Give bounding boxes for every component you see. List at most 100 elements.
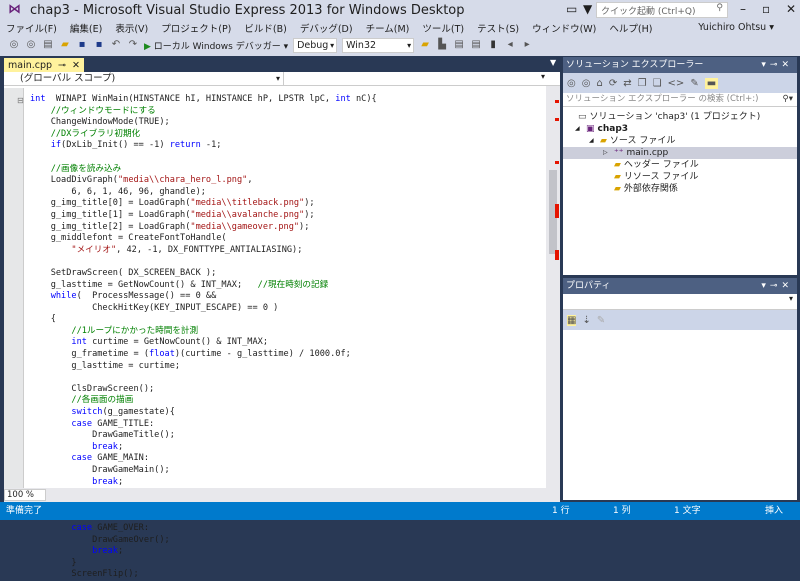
- undo-icon[interactable]: ↶: [110, 39, 122, 51]
- open-file-icon[interactable]: ▰: [59, 39, 71, 51]
- menu-item[interactable]: 表示(V): [115, 21, 148, 35]
- code-token: break: [30, 546, 118, 557]
- next-bookmark-icon[interactable]: ▸: [521, 39, 533, 51]
- code-token: break: [30, 441, 118, 452]
- notification-flag-icon[interactable]: ▼: [583, 2, 592, 16]
- save-icon[interactable]: ▪: [76, 39, 88, 51]
- maximize-button[interactable]: ▫: [762, 2, 770, 16]
- tree-item-label: ソース ファイル: [609, 136, 676, 146]
- panel-window-buttons[interactable]: ▾⊸✕: [761, 278, 793, 294]
- code-token: )(curtime - g_lasttime) / 1000.0f;: [174, 349, 351, 360]
- menu-item[interactable]: チーム(M): [366, 21, 410, 35]
- tree-item[interactable]: ▰ 外部依存関係: [563, 183, 797, 195]
- menu-item[interactable]: 編集(E): [70, 21, 102, 35]
- tree-item-label: chap3: [597, 124, 629, 134]
- categorized-icon[interactable]: ▦: [567, 314, 577, 326]
- code-token: ScreenFlip();: [30, 569, 139, 580]
- tree-item[interactable]: ▷ ⁺⁺ main.cpp: [563, 147, 797, 159]
- uncomment-icon[interactable]: ▤: [470, 39, 482, 51]
- pin-icon[interactable]: ⊸: [58, 60, 66, 71]
- folder-icon: ▰: [614, 160, 621, 170]
- code-token: );: [304, 198, 315, 209]
- menu-item[interactable]: ファイル(F): [6, 21, 57, 35]
- platform-select[interactable]: Win32: [342, 37, 415, 53]
- tree-item[interactable]: ▰ リソース ファイル: [563, 171, 797, 183]
- save-all-icon[interactable]: ▪: [93, 39, 105, 51]
- code-line: DrawGameMain();: [30, 465, 377, 477]
- start-debugging-button[interactable]: ▶ ローカル Windows デバッガー ▾: [144, 39, 288, 52]
- code-editor[interactable]: (グローバル スコープ) ⊟ int WINAPI WinMain(HINSTA…: [4, 72, 560, 579]
- preview-icon[interactable]: ▬: [704, 77, 719, 89]
- code-line: SetDrawScreen( DX_SCREEN_BACK );: [30, 268, 377, 280]
- search-icon: ⚲: [716, 3, 723, 13]
- code-token: "メイリオ": [30, 244, 117, 255]
- vertical-scrollbar[interactable]: [546, 86, 560, 490]
- find-icon[interactable]: ▰: [419, 39, 431, 51]
- menu-item[interactable]: ヘルプ(H): [609, 21, 652, 35]
- tab-dropdown-icon[interactable]: ▼: [550, 58, 556, 67]
- code-line: //ウィンドウモードにする: [30, 106, 377, 118]
- properties-icon[interactable]: ✎: [690, 78, 698, 89]
- property-pages-icon[interactable]: ✎: [597, 315, 605, 326]
- member-select[interactable]: [286, 72, 548, 86]
- feedback-icon[interactable]: ▭: [566, 2, 577, 16]
- sync-icon[interactable]: ⟳: [609, 78, 617, 89]
- configuration-select[interactable]: Debug: [293, 37, 338, 53]
- minimize-button[interactable]: –: [740, 2, 746, 16]
- collapse-all-icon[interactable]: ❐: [638, 78, 647, 89]
- bookmark-icon[interactable]: ▮: [487, 39, 499, 51]
- tree-item[interactable]: ◢ ▣ chap3: [563, 123, 797, 135]
- status-text: 準備完了: [6, 506, 43, 516]
- visual-studio-logo-icon: ⋈: [8, 2, 21, 17]
- refresh-icon[interactable]: ⇄: [623, 78, 631, 89]
- close-button[interactable]: ✕: [786, 2, 796, 16]
- search-icon: ⚲▾: [782, 94, 794, 104]
- zoom-select[interactable]: 100 %: [4, 489, 46, 501]
- menu-item[interactable]: ビルド(B): [244, 21, 286, 35]
- menu-item[interactable]: ツール(T): [422, 21, 464, 35]
- comment-icon[interactable]: ▤: [453, 39, 465, 51]
- code-token: DrawGameOver();: [30, 534, 170, 545]
- indent-icon[interactable]: ▙: [436, 39, 448, 51]
- collapse-icon[interactable]: ⊟: [17, 96, 24, 105]
- solution-search-input[interactable]: ソリューション エクスプローラー の検索 (Ctrl+:) ⚲▾: [563, 93, 797, 107]
- menu-item[interactable]: ウィンドウ(W): [532, 21, 596, 35]
- forward-icon[interactable]: ◎: [582, 78, 591, 89]
- alphabetical-icon[interactable]: ⇣: [582, 315, 590, 326]
- menu-item[interactable]: テスト(S): [477, 21, 519, 35]
- new-project-icon[interactable]: ▤: [42, 39, 54, 51]
- back-icon[interactable]: ◎: [567, 78, 576, 89]
- panel-window-buttons[interactable]: ▾⊸✕: [761, 57, 793, 73]
- code-token: {: [30, 314, 56, 325]
- tab-main-cpp[interactable]: main.cpp ⊸ ✕: [4, 58, 84, 72]
- back-icon[interactable]: ◎: [8, 39, 20, 51]
- home-icon[interactable]: ⌂: [596, 78, 602, 89]
- code-token: switch: [30, 407, 103, 418]
- user-account[interactable]: Yuichiro Ohtsu ▾: [698, 22, 774, 33]
- redo-icon[interactable]: ↷: [127, 39, 139, 51]
- menu-item[interactable]: デバッグ(D): [300, 21, 353, 35]
- tree-item[interactable]: ◢ ▰ ソース ファイル: [563, 135, 797, 147]
- scope-select[interactable]: (グローバル スコープ): [6, 72, 284, 86]
- show-all-files-icon[interactable]: ❏: [653, 78, 662, 89]
- code-line: //画像を読み込み: [30, 164, 377, 176]
- view-code-icon[interactable]: <>: [668, 78, 685, 89]
- expander-icon[interactable]: ◢: [575, 123, 583, 135]
- tree-item[interactable]: ▰ ヘッダー ファイル: [563, 159, 797, 171]
- tree-item[interactable]: ▭ ソリューション 'chap3' (1 プロジェクト): [563, 111, 797, 123]
- code-token: );: [299, 221, 310, 232]
- code-token: g_lasttime = GetNowCount() & INT_MAX;: [30, 279, 258, 290]
- expander-icon[interactable]: ▷: [603, 147, 611, 159]
- code-token: "media\\avalanche.png": [190, 209, 305, 220]
- horizontal-scrollbar[interactable]: 100 %: [4, 488, 560, 502]
- tree-item-label: 外部依存関係: [623, 184, 678, 194]
- code-token: ClsDrawScreen();: [30, 383, 155, 394]
- expander-icon[interactable]: ◢: [589, 135, 597, 147]
- forward-icon[interactable]: ◎: [25, 39, 37, 51]
- object-select[interactable]: ▾: [563, 294, 797, 310]
- quick-launch-input[interactable]: クイック起動 (Ctrl+Q) ⚲: [596, 2, 728, 18]
- prev-bookmark-icon[interactable]: ◂: [504, 39, 516, 51]
- close-tab-icon[interactable]: ✕: [72, 60, 80, 71]
- window-title: chap3 - Microsoft Visual Studio Express …: [30, 3, 465, 18]
- menu-item[interactable]: プロジェクト(P): [161, 21, 231, 35]
